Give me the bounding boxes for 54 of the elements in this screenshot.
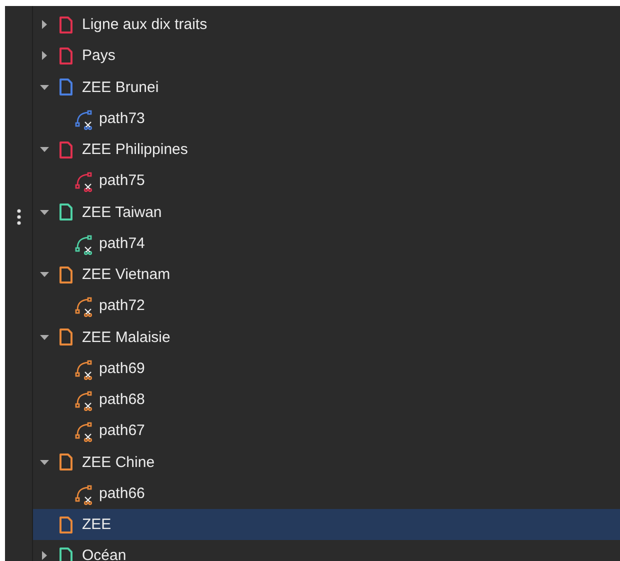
path-row[interactable]: path69	[33, 352, 620, 384]
layer-row[interactable]: ZEE Malaisie	[33, 322, 620, 353]
caret-right-icon[interactable]	[40, 20, 48, 30]
path-scissors-icon	[75, 391, 95, 412]
layer-name: ZEE Chine	[82, 454, 155, 471]
layer-name: Ligne aux dix traits	[82, 16, 208, 34]
layer-row[interactable]: ZEE Brunei	[33, 72, 620, 103]
path-name: path69	[99, 360, 145, 377]
path-name: path67	[99, 422, 145, 440]
path-scissors-icon	[75, 422, 95, 442]
layer-row[interactable]: Pays	[33, 40, 620, 72]
path-name: path75	[99, 172, 145, 190]
caret-down-icon[interactable]	[40, 458, 48, 467]
path-scissors-icon	[75, 360, 95, 380]
path-row[interactable]: path72	[33, 290, 620, 322]
caret-right-icon[interactable]	[40, 551, 48, 560]
layer-row[interactable]: ZEE Chine	[33, 446, 620, 478]
drag-handle-icon[interactable]	[16, 209, 20, 225]
layer-row[interactable]: Ligne aux dix traits	[33, 9, 620, 40]
layer-name: ZEE	[82, 516, 112, 534]
path-row[interactable]: path73	[33, 102, 620, 134]
path-name: path74	[99, 234, 145, 252]
caret-down-icon[interactable]	[40, 270, 48, 280]
layer-name: ZEE Vietnam	[82, 266, 170, 284]
path-name: path68	[99, 391, 145, 408]
caret-down-icon[interactable]	[40, 145, 48, 154]
layer-row[interactable]: Océan	[33, 540, 620, 561]
layer-name: ZEE Brunei	[82, 78, 159, 96]
path-row[interactable]: path68	[33, 384, 620, 416]
path-scissors-icon	[75, 297, 95, 318]
caret-right-icon[interactable]	[40, 51, 48, 60]
path-scissors-icon	[75, 484, 95, 505]
layer-row[interactable]: ZEE Vietnam	[33, 259, 620, 290]
path-name: path66	[99, 484, 145, 502]
path-row[interactable]: path74	[33, 228, 620, 259]
layer-row[interactable]: ZEE Taiwan	[33, 196, 620, 228]
path-scissors-icon	[75, 234, 95, 255]
caret-down-icon[interactable]	[40, 208, 48, 217]
layer-name: ZEE Malaisie	[82, 328, 170, 346]
path-name: path72	[99, 297, 145, 314]
caret-down-icon[interactable]	[40, 332, 48, 342]
path-row[interactable]: path66	[33, 478, 620, 509]
path-scissors-icon	[75, 110, 95, 130]
layer-name: Pays	[82, 47, 116, 64]
layer-row[interactable]: ZEE Philippines	[33, 134, 620, 166]
path-row[interactable]: path67	[33, 415, 620, 446]
path-name: path73	[99, 110, 145, 127]
path-scissors-icon	[75, 172, 95, 192]
layer-row[interactable]: ZEE	[33, 509, 620, 540]
layer-name: Océan	[82, 547, 126, 561]
layer-name: ZEE Philippines	[82, 141, 188, 158]
layer-name: ZEE Taiwan	[82, 204, 162, 221]
caret-down-icon[interactable]	[40, 82, 48, 92]
path-row[interactable]: path75	[33, 165, 620, 196]
